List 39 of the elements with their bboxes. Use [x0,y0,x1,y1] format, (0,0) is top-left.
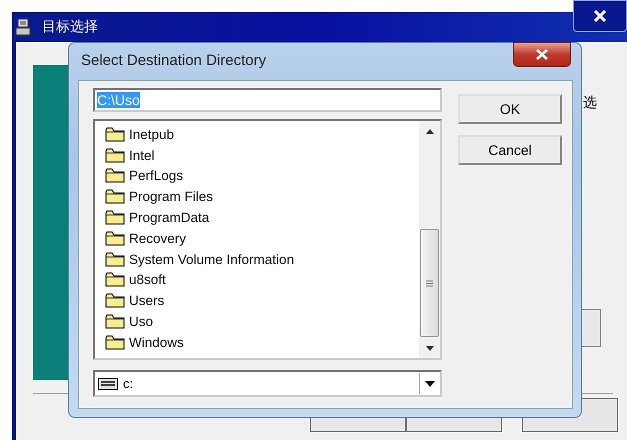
drive-icon [98,378,118,390]
folder-icon [105,293,125,308]
drive-dropdown[interactable]: c: [93,370,442,397]
folder-item[interactable]: Intel [129,148,155,163]
close-button[interactable] [573,0,627,32]
scroll-thumb[interactable] [420,229,439,337]
dropdown-arrow-icon [425,380,435,386]
folder-icon [105,210,125,226]
folder-icon [105,126,125,142]
scrollbar[interactable] [419,121,440,358]
folder-item[interactable]: u8soft [129,272,166,288]
close-icon [536,49,548,60]
folder-item[interactable]: Program Files [129,189,214,204]
folder-icon [105,168,125,184]
folder-item[interactable]: Users [129,293,164,308]
grip-icon [426,280,433,286]
folder-item[interactable]: Recovery [129,230,186,246]
window-title: 目标选择 [42,18,98,36]
folder-icon [105,334,125,350]
folder-icon [105,252,125,267]
folder-item[interactable]: ProgramData [129,210,210,226]
option-label: 选 [583,94,598,112]
folder-item[interactable]: Windows [129,334,184,350]
scroll-up-icon [426,128,434,134]
folder-item[interactable]: System Volume Information [129,252,294,267]
dialog-title: Select Destination Directory [81,52,266,69]
folder-icon [105,189,125,204]
folder-icon [105,148,125,163]
folder-icon [105,314,125,330]
folder-item[interactable]: PerfLogs [129,168,184,184]
close-button[interactable] [513,42,571,67]
ok-button[interactable]: OK [458,94,562,124]
folder-item[interactable]: Inetpub [129,126,174,142]
scroll-down-icon [426,346,434,350]
folder-icon [105,230,125,246]
folder-item[interactable]: Uso [129,314,154,330]
folder-icon [105,272,125,288]
close-icon [594,10,606,22]
cancel-button[interactable]: Cancel [458,135,562,165]
